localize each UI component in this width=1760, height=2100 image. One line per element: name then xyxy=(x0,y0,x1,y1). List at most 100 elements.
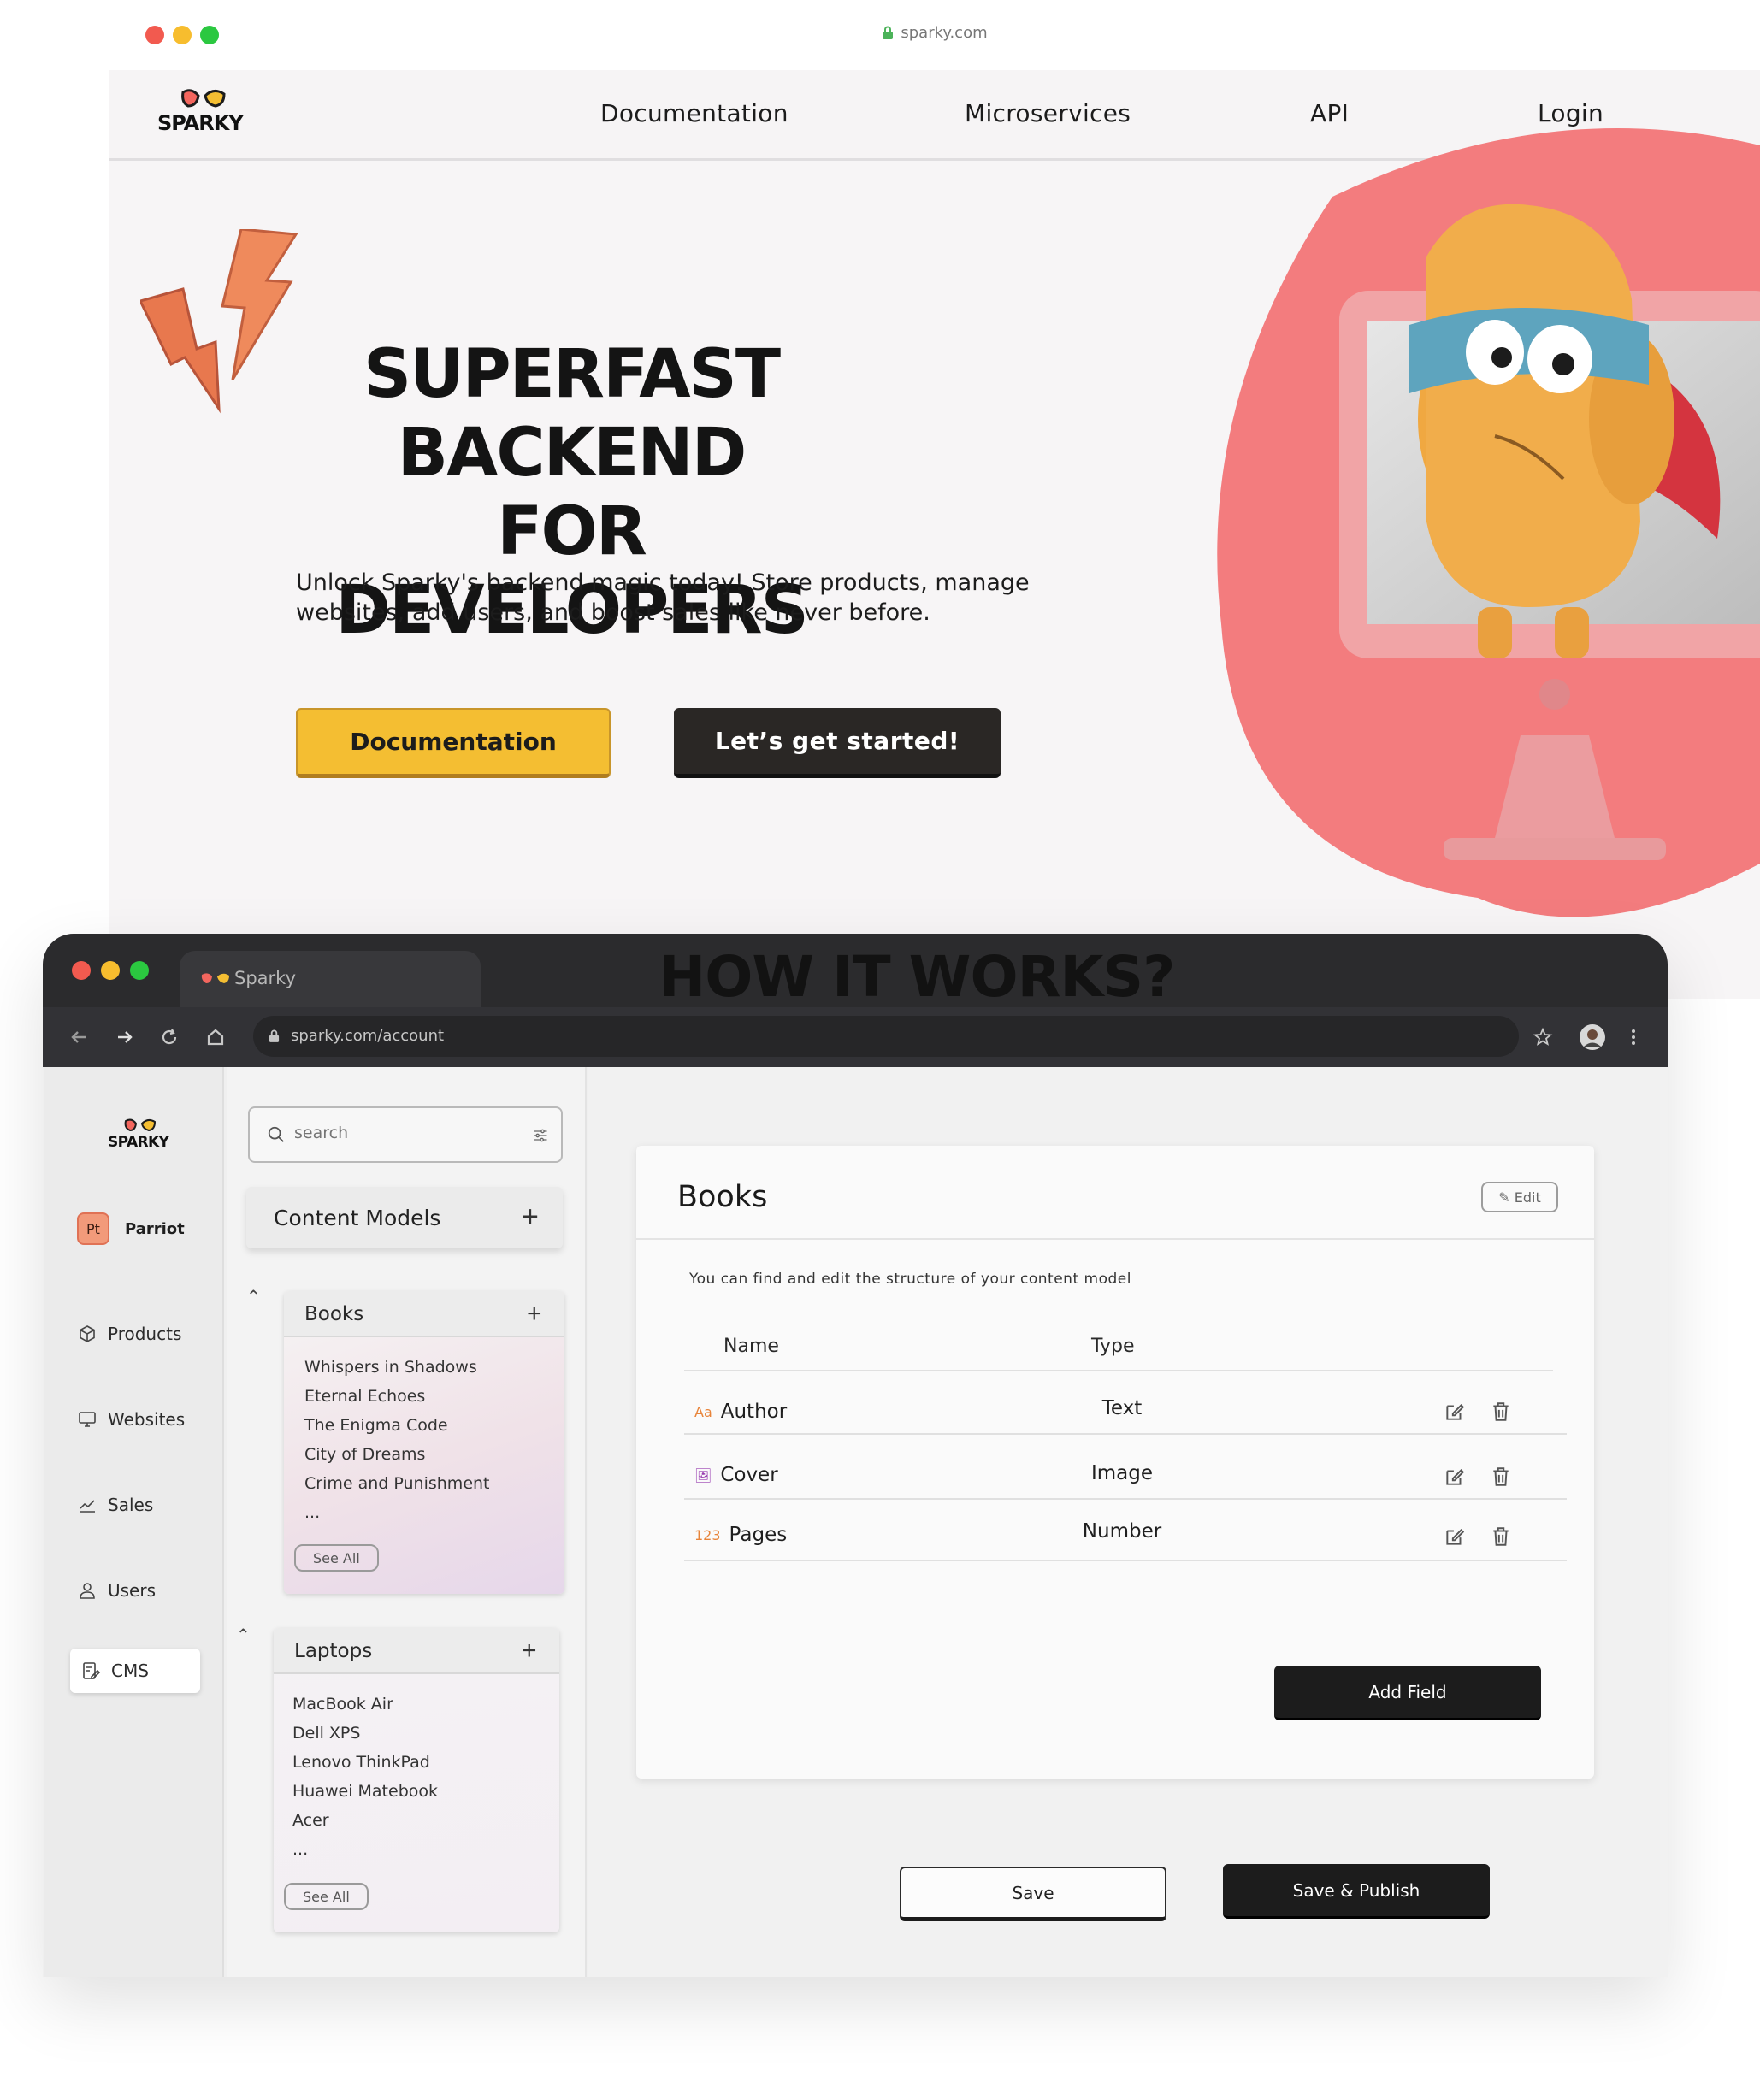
search-icon xyxy=(268,1126,284,1142)
star-bookmark-icon[interactable] xyxy=(1533,1027,1553,1047)
add-laptop-button[interactable]: + xyxy=(522,1637,537,1666)
browser-titlebar: sparky.com xyxy=(109,0,1760,70)
nav-link-microservices[interactable]: Microservices xyxy=(965,99,1131,127)
browser-tab[interactable]: Sparky xyxy=(180,951,481,1007)
hero-subtitle: Unlock Sparky's backend magic today! Sto… xyxy=(296,569,1030,626)
sparky-mask-icon xyxy=(201,973,229,983)
url-text: sparky.com xyxy=(901,24,988,42)
chevron-up-icon[interactable]: ⌃ xyxy=(246,1286,261,1307)
cube-icon xyxy=(80,1325,95,1342)
save-and-publish-button[interactable]: Save & Publish xyxy=(1223,1864,1490,1919)
divider xyxy=(684,1498,1567,1500)
user-profile[interactable]: Pt Parriot xyxy=(77,1212,185,1245)
chevron-up-icon[interactable]: ⌃ xyxy=(236,1625,251,1645)
sidebar-item-label: Websites xyxy=(108,1409,186,1430)
monitor-icon xyxy=(79,1412,96,1427)
see-all-books-button[interactable]: See All xyxy=(294,1544,379,1572)
content-models-title: Content Models xyxy=(274,1206,441,1230)
field-name: Author xyxy=(720,1401,788,1423)
number-type-icon: 123 xyxy=(694,1526,721,1543)
reload-icon[interactable] xyxy=(159,1027,180,1047)
forward-arrow-icon[interactable] xyxy=(115,1027,135,1047)
search-field[interactable] xyxy=(248,1106,563,1163)
list-item[interactable]: Crime and Punishment xyxy=(304,1469,490,1498)
list-item[interactable]: Whispers in Shadows xyxy=(304,1353,490,1382)
address-bar[interactable]: sparky.com/account xyxy=(253,1016,1519,1057)
field-name: Cover xyxy=(720,1464,778,1486)
nav-link-documentation[interactable]: Documentation xyxy=(600,99,788,127)
logo-wordmark: SPARKY xyxy=(157,111,244,135)
app-sidebar: SPARKY Pt Parriot Products Websites Sale… xyxy=(44,1067,224,1977)
profile-avatar-icon[interactable] xyxy=(1579,1023,1606,1051)
list-item[interactable]: Huawei Matebook xyxy=(292,1777,438,1806)
model-editor-area: Books ✎ Edit You can find and edit the s… xyxy=(588,1067,1668,1977)
nav-link-api[interactable]: API xyxy=(1310,99,1349,127)
content-models-header: Content Models + xyxy=(246,1187,563,1248)
address-bar[interactable]: sparky.com xyxy=(109,24,1760,42)
browser-tab-bar: Sparky HOW IT WORKS? xyxy=(43,934,1668,1010)
image-type-icon: 🖼 xyxy=(694,1466,712,1484)
hero-title-line-1: SUPERFAST BACKEND xyxy=(363,336,781,492)
tab-title: Sparky xyxy=(234,968,297,988)
divider xyxy=(684,1560,1567,1561)
add-book-button[interactable]: + xyxy=(527,1300,542,1329)
get-started-button[interactable]: Let’s get started! xyxy=(674,708,1001,778)
field-name: Pages xyxy=(729,1524,788,1546)
pencil-icon: ✎ xyxy=(1498,1189,1515,1206)
sidebar-item-products[interactable]: Products xyxy=(77,1317,181,1351)
column-header-type: Type xyxy=(1091,1336,1135,1357)
chart-icon xyxy=(80,1500,95,1513)
edit-model-button[interactable]: ✎ Edit xyxy=(1481,1182,1558,1212)
group-header: Books + xyxy=(284,1291,564,1337)
sidebar-item-cms[interactable]: CMS xyxy=(70,1649,200,1693)
edit-field-icon[interactable] xyxy=(1444,1525,1466,1548)
field-name-cell: 123 Pages xyxy=(694,1524,787,1546)
edit-doc-icon xyxy=(83,1662,101,1679)
group-header: Laptops + xyxy=(274,1628,559,1674)
model-title: Books xyxy=(677,1180,768,1214)
sparky-logo[interactable]: SPARKY xyxy=(157,89,251,140)
sidebar-item-sales[interactable]: Sales xyxy=(77,1488,153,1522)
delete-field-icon[interactable] xyxy=(1490,1525,1512,1548)
add-content-model-button[interactable]: + xyxy=(522,1202,539,1231)
edit-field-icon[interactable] xyxy=(1444,1401,1466,1423)
more-vertical-icon[interactable] xyxy=(1623,1027,1644,1047)
logo-wordmark: SPARKY xyxy=(108,1134,169,1151)
list-item: ... xyxy=(304,1503,321,1522)
list-item[interactable]: The Enigma Code xyxy=(304,1411,490,1440)
search-input[interactable] xyxy=(294,1124,517,1142)
user-name: Parriot xyxy=(125,1219,185,1238)
delete-field-icon[interactable] xyxy=(1490,1466,1512,1488)
sidebar-item-label: Products xyxy=(108,1324,182,1344)
delete-field-icon[interactable] xyxy=(1490,1401,1512,1423)
section-title: HOW IT WORKS? xyxy=(659,944,1175,1010)
maximize-window-button[interactable] xyxy=(130,961,149,980)
filter-sliders-icon[interactable] xyxy=(532,1127,549,1144)
group-item-list: MacBook Air Dell XPS Lenovo ThinkPad Hua… xyxy=(292,1690,438,1864)
edit-label: Edit xyxy=(1514,1189,1541,1206)
sidebar-item-label: Sales xyxy=(108,1495,154,1515)
list-item[interactable]: City of Dreams xyxy=(304,1440,490,1469)
edit-field-icon[interactable] xyxy=(1444,1466,1466,1488)
sidebar-item-websites[interactable]: Websites xyxy=(77,1402,185,1436)
url-text: sparky.com/account xyxy=(291,1027,445,1045)
list-item[interactable]: MacBook Air xyxy=(292,1690,438,1719)
sidebar-item-users[interactable]: Users xyxy=(77,1573,156,1607)
home-icon[interactable] xyxy=(205,1027,226,1047)
sparky-logo[interactable]: SPARKY xyxy=(108,1118,176,1161)
list-item[interactable]: Lenovo ThinkPad xyxy=(292,1748,438,1777)
list-item[interactable]: Eternal Echoes xyxy=(304,1382,490,1411)
minimize-window-button[interactable] xyxy=(101,961,120,980)
lock-icon xyxy=(883,26,894,39)
documentation-button[interactable]: Documentation xyxy=(296,708,611,778)
see-all-laptops-button[interactable]: See All xyxy=(284,1883,369,1910)
back-arrow-icon[interactable] xyxy=(68,1027,89,1047)
list-item[interactable]: Acer xyxy=(292,1806,438,1835)
group-item-list: Whispers in Shadows Eternal Echoes The E… xyxy=(304,1353,490,1527)
add-field-button[interactable]: Add Field xyxy=(1274,1666,1541,1720)
save-button[interactable]: Save xyxy=(900,1867,1166,1921)
list-item[interactable]: Dell XPS xyxy=(292,1719,438,1748)
nav-link-login[interactable]: Login xyxy=(1538,99,1603,127)
content-group-laptops: Laptops + MacBook Air Dell XPS Lenovo Th… xyxy=(274,1628,559,1932)
close-window-button[interactable] xyxy=(72,961,91,980)
